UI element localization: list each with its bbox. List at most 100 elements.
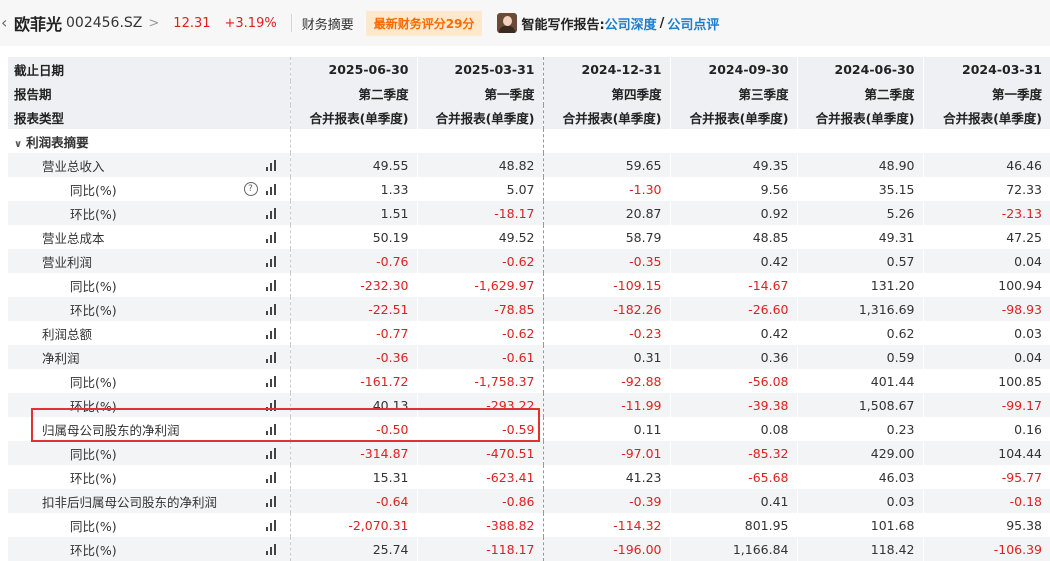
table-cell: -99.17 xyxy=(922,393,1050,417)
table-cell: -0.86 xyxy=(416,489,543,513)
table-cell: 0.03 xyxy=(796,489,923,513)
table-cell: 0.57 xyxy=(796,249,923,273)
bar-chart-icon[interactable] xyxy=(265,327,278,339)
back-chevron-icon[interactable]: ‹ xyxy=(1,15,13,31)
section-cell xyxy=(669,129,797,153)
tab-financial-summary[interactable]: 财务摘要 xyxy=(302,14,354,33)
bar-chart-icon[interactable] xyxy=(265,183,278,195)
header-divider xyxy=(290,14,292,32)
bar-chart-icon[interactable] xyxy=(265,399,278,411)
bar-chart-icon[interactable] xyxy=(265,423,278,435)
header-label: 报表类型 xyxy=(8,105,290,129)
table-row: 扣非后归属母公司股东的净利润 -0.64 -0.86 -0.39 0.41 0.03 -0.… xyxy=(8,489,1050,513)
report-link-review[interactable]: 公司点评 xyxy=(667,14,719,33)
row-label-cell: 环比(%) xyxy=(8,393,290,417)
row-label: 营业利润 xyxy=(42,254,93,270)
table-row: 利润总额 -0.77 -0.62 -0.23 0.42 0.62 0.03 xyxy=(8,321,1050,345)
bar-chart-icon[interactable] xyxy=(265,495,278,507)
bar-chart-icon[interactable] xyxy=(265,471,278,483)
table-cell: 0.42 xyxy=(669,249,797,273)
row-label: 营业总收入 xyxy=(42,158,105,174)
row-label: 利润总额 xyxy=(42,326,93,342)
table-cell: 0.03 xyxy=(922,321,1050,345)
table-cell: -0.77 xyxy=(289,321,417,345)
bar-chart-icon[interactable] xyxy=(265,447,278,459)
table-cell: -0.18 xyxy=(922,489,1050,513)
chevron-down-icon[interactable]: ∨ xyxy=(14,139,22,150)
financial-score-badge[interactable]: 最新财务评分29分 xyxy=(365,10,483,36)
table-cell: 0.36 xyxy=(669,345,797,369)
table-cell: 5.26 xyxy=(796,201,923,225)
table-cell: -22.51 xyxy=(289,297,417,321)
column-header-period: 第二季度 xyxy=(289,81,417,105)
header-period-row: 报告期 第二季度 第一季度 第四季度 第三季度 第二季度 第一季度 xyxy=(8,81,1050,105)
row-label: 同比(%) xyxy=(70,278,117,294)
table-cell: 72.33 xyxy=(922,177,1050,201)
row-label-cell: 环比(%) xyxy=(8,465,290,489)
help-circle-icon[interactable]: ? xyxy=(243,182,258,196)
table-cell: 1,508.67 xyxy=(796,393,923,417)
bar-chart-icon[interactable] xyxy=(265,279,278,291)
report-link-deep[interactable]: 公司深度 xyxy=(605,14,657,33)
table-cell: 58.79 xyxy=(542,225,670,249)
row-label: 环比(%) xyxy=(70,470,117,486)
row-label: 环比(%) xyxy=(70,206,117,222)
column-header-period: 第二季度 xyxy=(796,81,923,105)
table-cell: 0.92 xyxy=(669,201,797,225)
table-cell: 59.65 xyxy=(542,153,670,177)
row-label-cell: 同比(%) xyxy=(8,273,290,297)
column-header-type: 合并报表(单季度) xyxy=(542,105,670,129)
column-header-date: 2024-09-30 xyxy=(669,57,797,81)
table-cell: 0.59 xyxy=(796,345,923,369)
stock-name: 欧菲光 xyxy=(14,15,63,34)
table-cell: -161.72 xyxy=(289,369,417,393)
row-label: 环比(%) xyxy=(70,398,117,414)
table-cell: -106.39 xyxy=(922,537,1050,561)
table-row: 净利润 -0.36 -0.61 0.31 0.36 0.59 0.04 xyxy=(8,345,1050,369)
section-row[interactable]: ∨ 利润表摘要 xyxy=(8,129,1050,153)
table-cell: 0.42 xyxy=(669,321,797,345)
table-cell: 0.16 xyxy=(922,417,1050,441)
stock-price: 12.31 xyxy=(173,15,211,31)
bar-chart-icon[interactable] xyxy=(265,351,278,363)
table-cell: 0.04 xyxy=(922,345,1050,369)
table-cell: 9.56 xyxy=(669,177,797,201)
table-cell: 49.35 xyxy=(669,153,797,177)
section-cell xyxy=(289,129,417,153)
row-label-cell: 同比(%)? xyxy=(8,177,290,201)
table-cell: 1,316.69 xyxy=(796,297,923,321)
table-cell: -0.76 xyxy=(289,249,417,273)
table-row: 同比(%) -2,070.31 -388.82 -114.32 801.95 101.68… xyxy=(8,513,1050,537)
table-cell: -2,070.31 xyxy=(289,513,417,537)
column-header-type: 合并报表(单季度) xyxy=(289,105,417,129)
table-cell: 118.42 xyxy=(796,537,923,561)
bar-chart-icon[interactable] xyxy=(265,159,278,171)
table-cell: -0.36 xyxy=(289,345,417,369)
bar-chart-icon[interactable] xyxy=(265,543,278,555)
table-cell: 40.13 xyxy=(289,393,417,417)
bar-chart-icon[interactable] xyxy=(265,231,278,243)
table-cell: -11.99 xyxy=(542,393,670,417)
table-row: 同比(%) -232.30 -1,629.97 -109.15 -14.67 131.20… xyxy=(8,273,1050,297)
section-header[interactable]: ∨ 利润表摘要 xyxy=(8,129,290,153)
table-cell: -56.08 xyxy=(669,369,797,393)
table-cell: -23.13 xyxy=(922,201,1050,225)
row-label-cell: 环比(%) xyxy=(8,537,290,561)
row-label-cell: 同比(%) xyxy=(8,441,290,465)
table-cell: 1.51 xyxy=(289,201,417,225)
table-cell: 101.68 xyxy=(796,513,923,537)
table-cell: 48.82 xyxy=(416,153,543,177)
section-cell xyxy=(542,129,670,153)
bar-chart-icon[interactable] xyxy=(265,303,278,315)
bar-chart-icon[interactable] xyxy=(265,255,278,267)
bar-chart-icon[interactable] xyxy=(265,207,278,219)
chevron-right-icon[interactable]: > xyxy=(148,16,159,31)
table-cell: 131.20 xyxy=(796,273,923,297)
bar-chart-icon[interactable] xyxy=(265,519,278,531)
table-cell: 0.08 xyxy=(669,417,797,441)
table-cell: -97.01 xyxy=(542,441,670,465)
table-cell: -0.59 xyxy=(416,417,543,441)
header-label: 截止日期 xyxy=(8,57,290,81)
row-label-cell: 营业总成本 xyxy=(8,225,290,249)
bar-chart-icon[interactable] xyxy=(265,375,278,387)
